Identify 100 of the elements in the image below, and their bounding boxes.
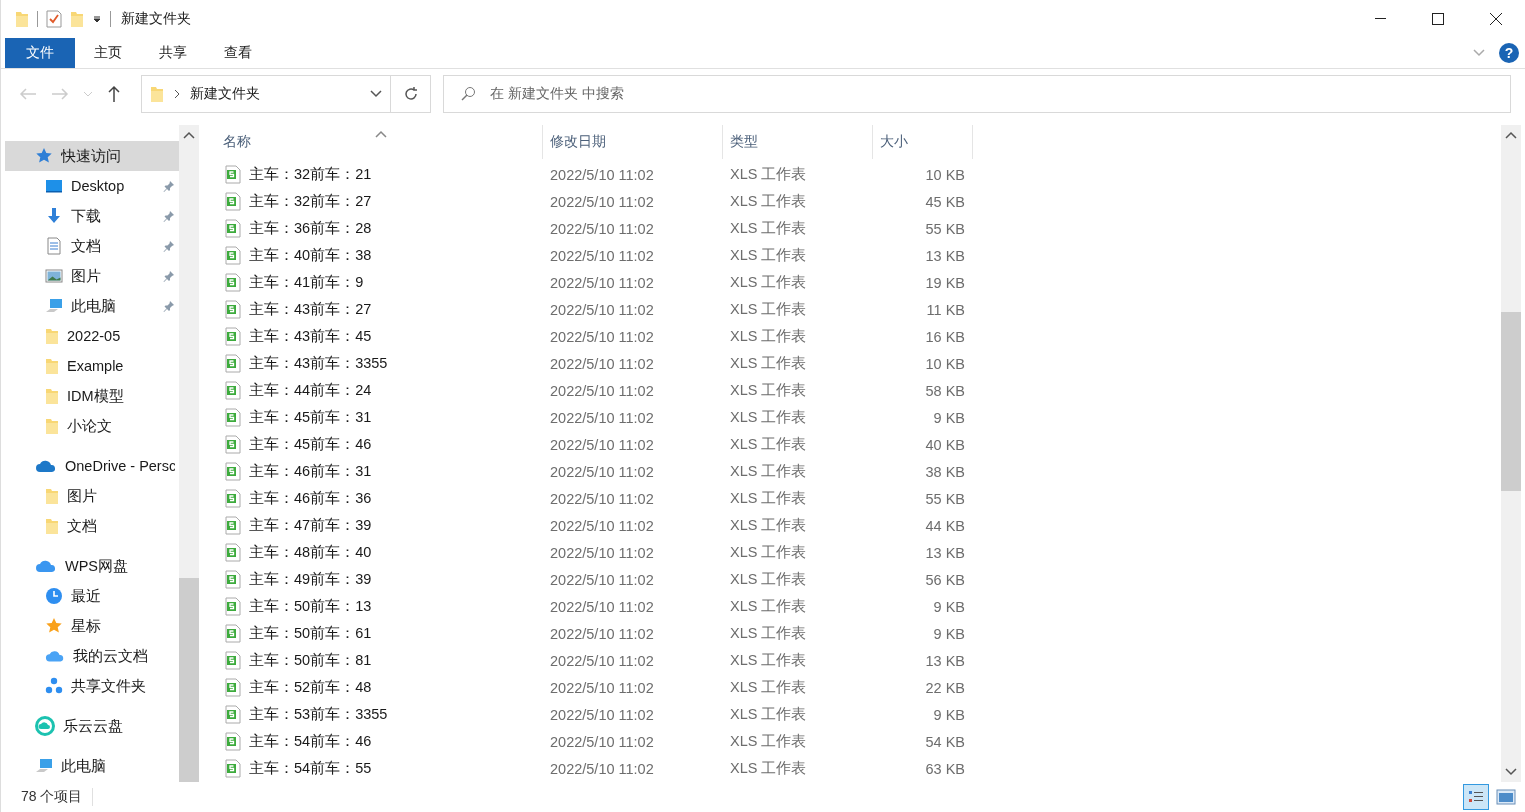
ribbon-tab[interactable]: 主页 — [75, 38, 140, 68]
help-button[interactable]: ? — [1499, 43, 1519, 63]
sidebar-item[interactable]: Desktop — [5, 171, 179, 201]
back-arrow-icon[interactable] — [19, 88, 37, 100]
file-name[interactable]: 主车：50前车：61 — [249, 624, 372, 643]
scrollbar[interactable] — [179, 125, 199, 782]
file-name[interactable]: 主车：41前车：9 — [249, 273, 364, 292]
sidebar-item[interactable]: 此电脑 — [5, 751, 179, 781]
column-header[interactable]: 类型 — [723, 125, 873, 159]
file-name[interactable]: 主车：32前车：27 — [249, 192, 372, 211]
up-arrow-icon[interactable] — [107, 85, 121, 103]
sidebar-item[interactable]: Example — [5, 351, 179, 381]
file-name[interactable]: 主车：54前车：46 — [249, 732, 372, 751]
file-name[interactable]: 主车：47前车：39 — [249, 516, 372, 535]
table-cell-text: 13 KB — [924, 652, 966, 669]
ribbon-tab[interactable]: 共享 — [140, 38, 205, 68]
sidebar-item[interactable]: 快速访问 — [5, 141, 179, 171]
view-button[interactable] — [1463, 784, 1489, 810]
pin-icon[interactable] — [163, 300, 175, 312]
table-cell-text: 9 KB — [932, 598, 966, 615]
address-bar[interactable]: 新建文件夹 — [141, 75, 391, 113]
pin-icon[interactable] — [163, 180, 175, 192]
ribbon-tab[interactable]: 查看 — [205, 38, 270, 68]
table-cell-text: 2022/5/10 11:02 — [549, 220, 655, 237]
spreadsheet-file-icon — [225, 678, 241, 697]
table-cell-text: 2022/5/10 11:02 — [549, 625, 655, 642]
file-name[interactable]: 主车：49前车：39 — [249, 570, 372, 589]
recent-dropdown-icon[interactable] — [83, 91, 93, 97]
column-header[interactable]: 名称 — [205, 125, 543, 159]
folder-icon — [45, 417, 59, 435]
table-cell-text: XLS 工作表 — [729, 246, 808, 265]
forward-arrow-icon[interactable] — [51, 88, 69, 100]
search-icon — [460, 86, 476, 102]
pin-icon[interactable] — [163, 210, 175, 222]
file-name[interactable]: 主车：46前车：31 — [249, 462, 372, 481]
search-field[interactable]: 在 新建文件夹 中搜索 — [443, 75, 1511, 113]
ribbon-tab[interactable]: 文件 — [5, 38, 75, 68]
expand-ribbon-icon[interactable] — [1473, 49, 1485, 57]
table-cell-text: 45 KB — [924, 193, 966, 210]
sidebar-item[interactable]: 文档 — [5, 511, 179, 541]
file-name[interactable]: 主车：53前车：3355 — [249, 705, 388, 724]
file-name[interactable]: 主车：43前车：27 — [249, 300, 372, 319]
pin-icon[interactable] — [163, 270, 175, 282]
file-name[interactable]: 主车：36前车：28 — [249, 219, 372, 238]
table-cell-text: 2022/5/10 11:02 — [549, 733, 655, 750]
table-cell-text: 55 KB — [924, 490, 966, 507]
scroll-down-icon[interactable] — [1505, 768, 1517, 776]
sidebar-item[interactable]: 最近 — [5, 581, 179, 611]
file-name[interactable]: 主车：46前车：36 — [249, 489, 372, 508]
pictures-icon — [45, 267, 63, 285]
column-header[interactable]: 修改日期 — [543, 125, 723, 159]
sidebar-item[interactable]: 下载 — [5, 201, 179, 231]
sidebar-item[interactable]: 2022-05 — [5, 321, 179, 351]
folder-icon — [45, 387, 59, 405]
folder-icon — [45, 357, 59, 375]
properties-icon[interactable] — [46, 10, 62, 28]
column-header[interactable]: 大小 — [873, 125, 973, 159]
sidebar-item[interactable]: 此电脑 — [5, 291, 179, 321]
file-name[interactable]: 主车：48前车：40 — [249, 543, 372, 562]
sidebar-item[interactable]: IDM模型 — [5, 381, 179, 411]
sidebar-item[interactable]: 图片 — [5, 261, 179, 291]
sidebar-item[interactable]: OneDrive - Persc — [5, 451, 179, 481]
file-name[interactable]: 主车：32前车：21 — [249, 165, 372, 184]
file-name[interactable]: 主车：43前车：3355 — [249, 354, 388, 373]
table-cell-text: 11 KB — [925, 301, 966, 318]
file-name[interactable]: 主车：54前车：55 — [249, 759, 372, 778]
sidebar-item[interactable]: 星标 — [5, 611, 179, 641]
spreadsheet-file-icon — [225, 192, 241, 211]
file-name[interactable]: 主车：45前车：46 — [249, 435, 372, 454]
pin-icon[interactable] — [163, 240, 175, 252]
table-cell-text: 2022/5/10 11:02 — [549, 166, 655, 183]
file-name[interactable]: 主车：52前车：48 — [249, 678, 372, 697]
sidebar-item[interactable]: 我的云文档 — [5, 641, 179, 671]
spreadsheet-file-icon — [225, 624, 241, 643]
sidebar-item[interactable]: 小论文 — [5, 411, 179, 441]
caret-icon[interactable] — [92, 14, 102, 24]
table-cell-text: XLS 工作表 — [729, 327, 808, 346]
file-name[interactable]: 主车：43前车：45 — [249, 327, 372, 346]
cloud-icon — [45, 649, 65, 663]
sidebar-item[interactable]: WPS网盘 — [5, 551, 179, 581]
table-cell-text: 40 KB — [924, 436, 966, 453]
file-name[interactable]: 主车：50前车：13 — [249, 597, 372, 616]
scroll-up-icon[interactable] — [1505, 131, 1517, 139]
scroll-up-icon[interactable] — [183, 131, 195, 139]
sidebar-item[interactable]: 共享文件夹 — [5, 671, 179, 701]
table-cell-text: 2022/5/10 11:02 — [549, 652, 655, 669]
sidebar-item[interactable]: 文档 — [5, 231, 179, 261]
sidebar-item[interactable]: 图片 — [5, 481, 179, 511]
spreadsheet-file-icon — [225, 435, 241, 454]
refresh-button[interactable] — [391, 75, 431, 113]
address-dropdown-icon[interactable] — [370, 90, 382, 98]
file-name[interactable]: 主车：44前车：24 — [249, 381, 372, 400]
file-name[interactable]: 主车：45前车：31 — [249, 408, 372, 427]
file-name[interactable]: 主车：40前车：38 — [249, 246, 372, 265]
sidebar-item[interactable]: 乐云云盘 — [5, 711, 179, 741]
sort-indicator-icon[interactable] — [375, 130, 387, 138]
scrollbar[interactable] — [1501, 125, 1521, 782]
table-cell-text: 2022/5/10 11:02 — [549, 463, 655, 480]
file-name[interactable]: 主车：50前车：81 — [249, 651, 372, 670]
spreadsheet-file-icon — [225, 273, 241, 292]
